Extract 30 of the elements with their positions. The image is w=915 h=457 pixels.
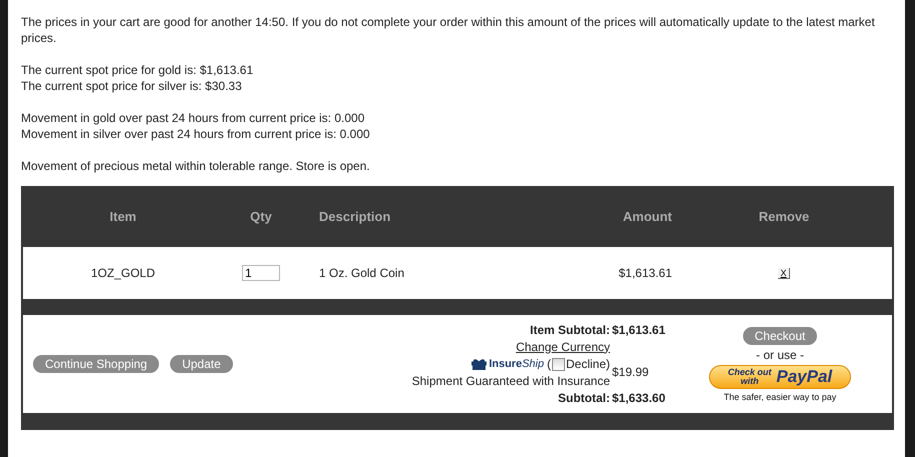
remove-button[interactable]: X <box>778 268 790 278</box>
item-code: 1OZ_GOLD <box>90 266 156 280</box>
subtotal-value: $1,633.60 <box>612 390 666 406</box>
change-currency-link[interactable]: Change Currency <box>516 340 610 354</box>
subtotal-label: Subtotal: <box>558 390 610 406</box>
item-subtotal-label: Item Subtotal: <box>530 322 610 338</box>
insurance-price: $19.99 <box>612 365 650 380</box>
or-use-text: - or use - <box>756 348 804 362</box>
column-header: Description <box>318 209 391 224</box>
paypal-tagline: The safer, easier way to pay <box>724 392 836 402</box>
item-amount: $1,613.61 <box>618 266 672 280</box>
column-header: Qty <box>250 209 272 224</box>
insurance-description: Shipment Guaranteed with Insurance <box>412 374 610 388</box>
gift-box-icon <box>470 358 487 370</box>
notice-text: The current spot price for gold is: $1,613.61 <box>21 62 254 78</box>
notice-text: The current spot price for silver is: $30.33 <box>21 78 243 94</box>
column-header: Remove <box>758 209 810 224</box>
item-description: 1 Oz. Gold Coin <box>318 266 404 280</box>
parenthesis: ( <box>546 356 551 372</box>
column-header: Amount <box>622 209 672 224</box>
notice-text: Movement in silver over past 24 hours from current price is: 0.000 <box>21 126 371 142</box>
column-header: Item <box>110 209 136 224</box>
decline-label: Decline) <box>566 356 610 372</box>
notice-text: Movement in gold over past 24 hours from current price is: 0.000 <box>21 110 366 126</box>
notice-text: The prices in your cart are good for another 14:50. If you do not complete your order within this amount of the prices will automatically update to the latest market prices. <box>21 14 876 46</box>
quantity-field[interactable]: 1 <box>242 265 280 281</box>
item-subtotal-value: $1,613.61 <box>612 322 666 338</box>
insureship-logo: InsureShip <box>488 356 544 372</box>
decline-checkbox[interactable] <box>552 358 565 370</box>
notice-text: Movement of precious metal within tolerable range. Store is open. <box>21 158 371 174</box>
